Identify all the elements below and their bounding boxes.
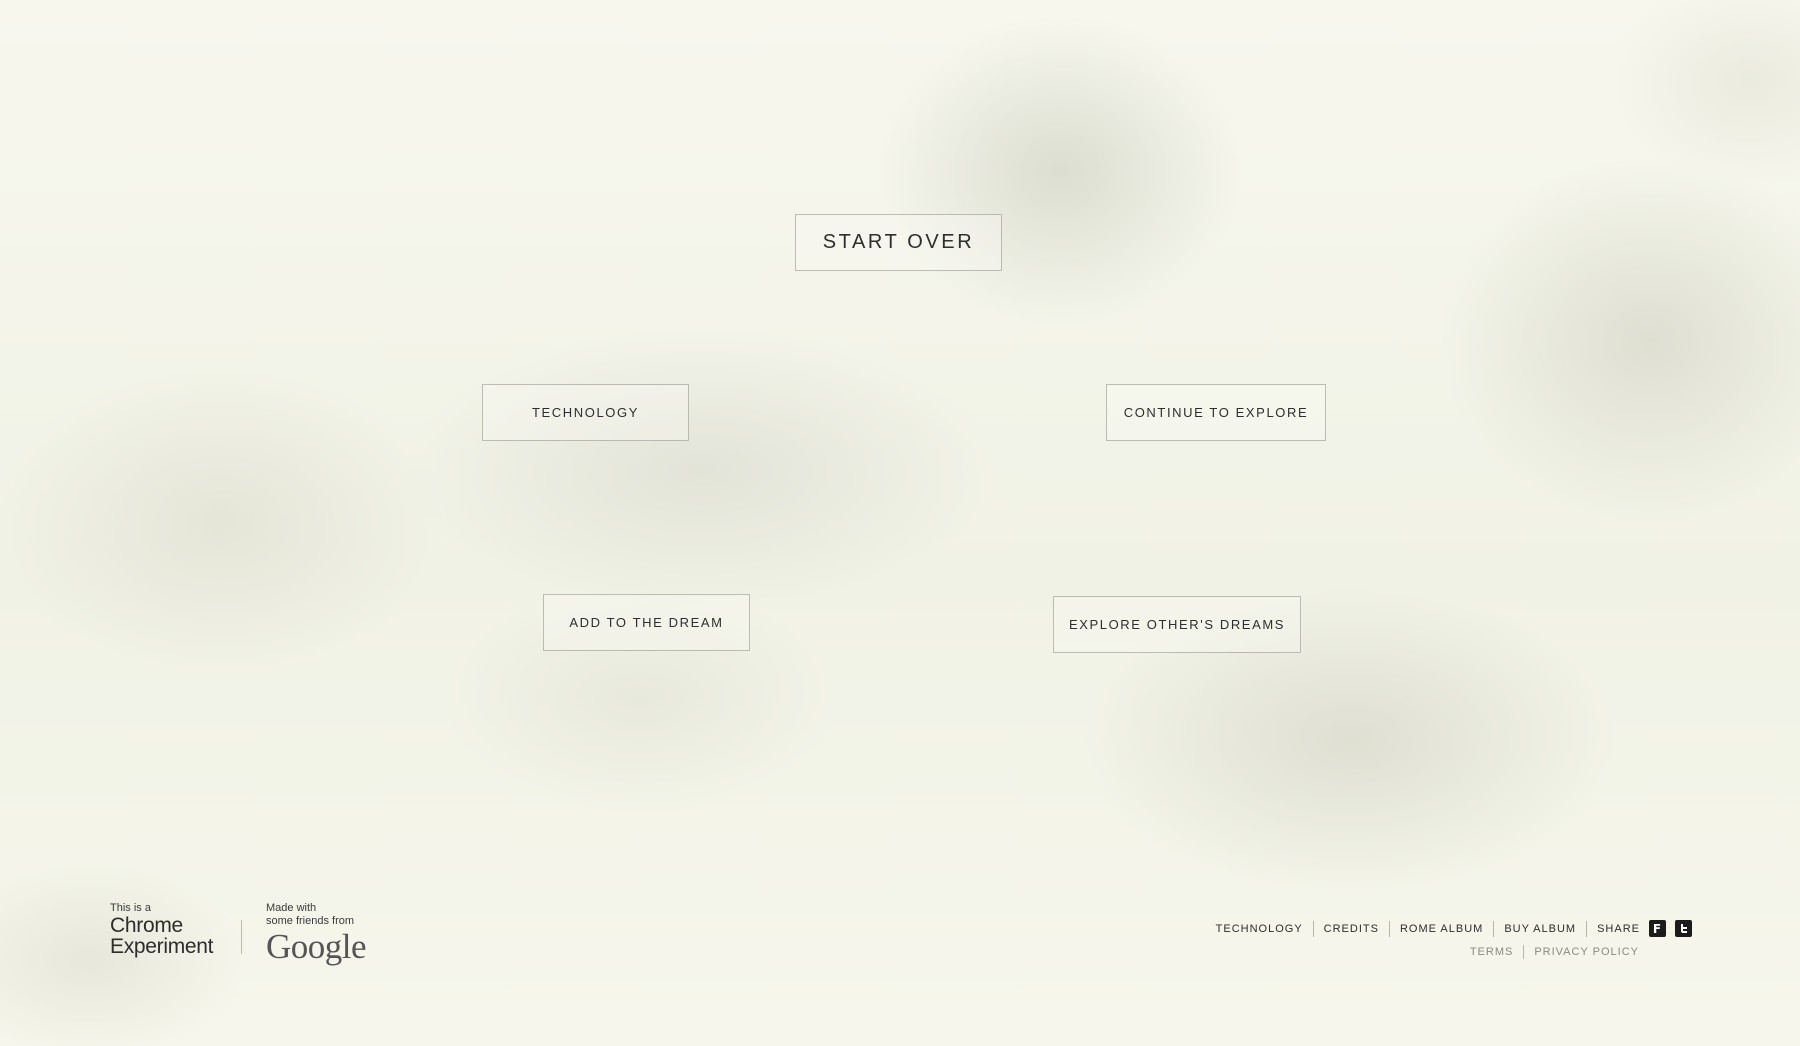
start-over-button[interactable]: START OVER	[795, 214, 1002, 271]
footer-nav: TECHNOLOGY CREDITS ROME ALBUM BUY ALBUM …	[1216, 920, 1692, 937]
footer-separator	[1312, 920, 1314, 937]
badge-chrome: Chrome	[110, 914, 183, 937]
continue-to-explore-label: CONTINUE TO EXPLORE	[1123, 405, 1309, 420]
start-over-label: START OVER	[822, 231, 975, 253]
footer-rome-album-link[interactable]: ROME ALBUM	[1400, 923, 1483, 935]
footer-legal: TERMS PRIVACY POLICY	[1470, 945, 1639, 959]
technology-label: TECHNOLOGY	[531, 405, 639, 420]
add-to-the-dream-label: ADD TO THE DREAM	[569, 615, 724, 630]
footer-separator	[1523, 945, 1525, 959]
technology-button[interactable]: TECHNOLOGY	[482, 384, 689, 441]
footer-technology-link[interactable]: TECHNOLOGY	[1216, 923, 1303, 935]
google-logo: Google	[266, 927, 367, 966]
share-label: SHARE	[1597, 922, 1640, 935]
terms-link[interactable]: TERMS	[1470, 946, 1514, 958]
made-with-google-badge[interactable]: Made with some friends from Google	[266, 902, 367, 966]
cloud-background	[0, 0, 1800, 1046]
footer-credits-link[interactable]: CREDITS	[1324, 923, 1379, 935]
add-to-the-dream-button[interactable]: ADD TO THE DREAM	[543, 594, 750, 651]
footer-separator	[1586, 920, 1588, 937]
continue-to-explore-button[interactable]: CONTINUE TO EXPLORE	[1106, 384, 1326, 441]
facebook-icon[interactable]: f	[1649, 920, 1666, 937]
privacy-policy-link[interactable]: PRIVACY POLICY	[1534, 946, 1639, 958]
made-with-text: Made with	[266, 902, 317, 914]
footer-separator	[1493, 920, 1495, 937]
twitter-icon[interactable]	[1675, 920, 1692, 937]
footer-separator	[1388, 920, 1390, 937]
explore-others-dreams-button[interactable]: EXPLORE OTHER'S DREAMS	[1053, 596, 1301, 653]
twitter-glyph	[1681, 924, 1687, 933]
chrome-experiment-badge[interactable]: This is a Chrome Experiment	[110, 902, 214, 958]
badge-divider	[241, 920, 242, 954]
explore-others-dreams-label: EXPLORE OTHER'S DREAMS	[1068, 617, 1286, 632]
badge-experiment: Experiment	[110, 935, 214, 958]
footer-buy-album-link[interactable]: BUY ALBUM	[1504, 923, 1576, 935]
